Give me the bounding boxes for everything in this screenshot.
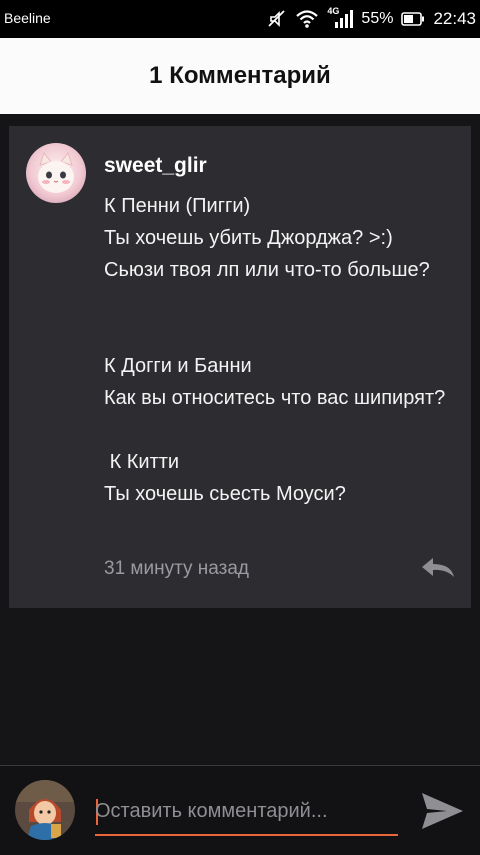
- reply-button[interactable]: [419, 555, 457, 581]
- wifi-icon: [295, 9, 319, 29]
- comment-author[interactable]: sweet_glir: [104, 154, 207, 178]
- send-icon: [419, 793, 465, 836]
- comment-body: К Пенни (Пигги) Ты хочешь убить Джорджа?…: [104, 195, 446, 505]
- send-button[interactable]: [419, 790, 465, 832]
- comment-composer: [0, 765, 480, 855]
- clock: 22:43: [433, 9, 476, 28]
- status-icons: 4G 55% 22:43: [267, 0, 476, 38]
- page-title: 1 Комментарий: [149, 62, 331, 89]
- network-type-label: 4G: [327, 6, 340, 16]
- reply-icon: [419, 558, 457, 585]
- mute-icon: [267, 9, 287, 29]
- status-bar: Beeline 4G 55% 22:43: [0, 0, 480, 38]
- battery-percent: 55%: [361, 10, 394, 27]
- page-header: 1 Комментарий: [0, 38, 480, 114]
- battery-icon: [401, 11, 425, 27]
- comment-timestamp: 31 минуту назад: [104, 558, 249, 579]
- author-avatar[interactable]: [26, 143, 86, 203]
- comment-input[interactable]: [95, 788, 398, 836]
- carrier-name: Beeline: [4, 10, 51, 26]
- signal-icon: 4G: [327, 6, 354, 30]
- user-avatar[interactable]: [15, 780, 75, 840]
- comment-card: sweet_glir К Пенни (Пигги) Ты хочешь уби…: [9, 126, 471, 608]
